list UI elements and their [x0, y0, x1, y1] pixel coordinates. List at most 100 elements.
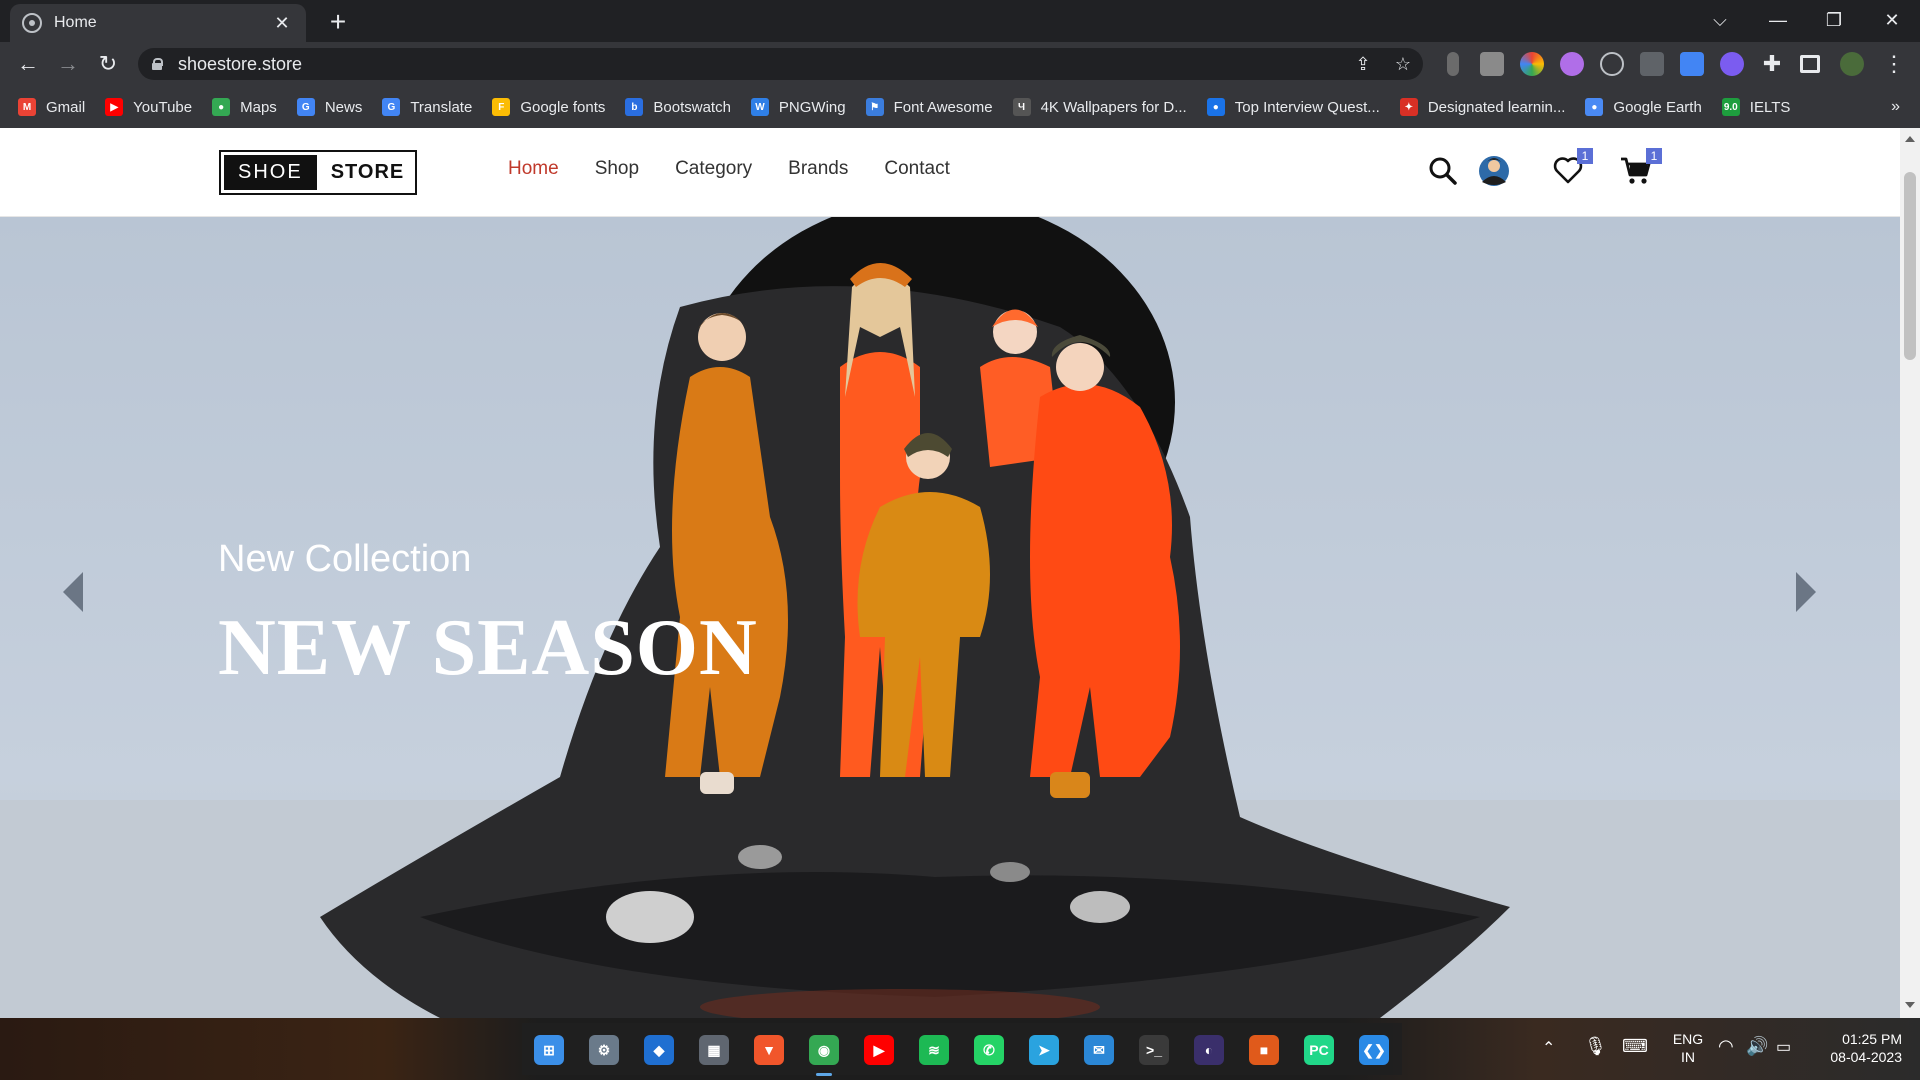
brave-icon[interactable]: ▼ — [754, 1035, 784, 1065]
bookmark-label: YouTube — [133, 98, 193, 116]
language-indicator[interactable]: ENG IN — [1668, 1030, 1708, 1066]
volume-icon[interactable]: 🔊 — [1746, 1036, 1768, 1057]
bookmark-item[interactable]: 9.0 IELTS — [1721, 98, 1791, 116]
clock-date: 08-04-2023 — [1830, 1049, 1902, 1065]
bookmark-item[interactable]: F Google fonts — [492, 98, 605, 116]
extension-4-icon[interactable] — [1560, 52, 1584, 76]
calculator-icon[interactable]: ▦ — [699, 1035, 729, 1065]
office-icon[interactable]: ■ — [1249, 1035, 1279, 1065]
clock-time: 01:25 PM — [1842, 1031, 1902, 1047]
extension-1-icon[interactable] — [1447, 52, 1459, 76]
slider-prev-arrow[interactable] — [63, 572, 83, 612]
chrome-icon[interactable]: ◉ — [809, 1035, 839, 1065]
forward-button[interactable]: → — [54, 50, 82, 78]
restore-button[interactable]: ❐ — [1812, 4, 1856, 36]
bookmark-label: News — [324, 98, 363, 116]
bookmark-item[interactable]: Ч 4K Wallpapers for D... — [1012, 98, 1187, 116]
reload-button[interactable]: ↻ — [94, 50, 122, 78]
slider-next-arrow[interactable] — [1796, 572, 1816, 612]
nav-item-home[interactable]: Home — [508, 158, 559, 180]
language-region: IN — [1681, 1049, 1695, 1065]
bookmark-item[interactable]: G Translate — [382, 98, 472, 116]
color-picker-extension-icon[interactable] — [1520, 52, 1544, 76]
screenshot-extension-icon[interactable] — [1480, 52, 1504, 76]
youtube-icon[interactable]: ▶ — [864, 1035, 894, 1065]
hero-title: NEW SEASON — [218, 604, 758, 692]
tab-search-icon[interactable]: ⌵ — [1698, 4, 1742, 36]
bookmark-star-icon[interactable]: ☆ — [1383, 54, 1423, 75]
battery-icon[interactable]: ▭ — [1776, 1037, 1791, 1057]
minimize-button[interactable]: — — [1756, 4, 1800, 36]
bookmark-label: IELTS — [1749, 98, 1791, 116]
search-icon[interactable] — [1428, 156, 1458, 191]
hero-slider: New Collection NEW SEASON — [0, 217, 1900, 1018]
telegram-icon[interactable]: ➤ — [1029, 1035, 1059, 1065]
extension-6-icon[interactable] — [1640, 52, 1664, 76]
bookmark-item[interactable]: ● Google Earth — [1585, 98, 1702, 116]
bookmark-item[interactable]: W PNGWing — [750, 98, 846, 116]
bookmark-item[interactable]: ▶ YouTube — [105, 98, 192, 116]
bookmark-item[interactable]: G News — [296, 98, 363, 116]
bookmark-item[interactable]: ✦ Designated learnin... — [1399, 98, 1565, 116]
user-avatar[interactable] — [1477, 152, 1511, 193]
tab-close-icon[interactable]: ✕ — [270, 13, 294, 34]
url-text[interactable]: shoestore.store — [178, 54, 1343, 75]
bookmark-label: Bootswatch — [653, 98, 731, 116]
address-bar[interactable]: shoestore.store ⇪ ☆ — [138, 48, 1423, 80]
scroll-down-arrow[interactable] — [1905, 1002, 1915, 1008]
browser-tab-bar: Home ✕ + ⌵ — ❐ ✕ — [0, 0, 1920, 42]
new-tab-button[interactable]: + — [322, 6, 354, 38]
extensions-puzzle-icon[interactable]: ✚ — [1758, 50, 1786, 78]
nav-item-category[interactable]: Category — [675, 158, 752, 180]
chrome-menu-icon[interactable]: ⋮ — [1880, 50, 1908, 78]
bookmarks-overflow-button[interactable]: » — [1891, 98, 1900, 116]
ielts-icon: 9.0 — [1721, 98, 1740, 116]
close-window-button[interactable]: ✕ — [1870, 4, 1914, 36]
whatsapp-icon[interactable]: ✆ — [974, 1035, 1004, 1065]
maps-icon: ● — [212, 98, 231, 116]
wifi-icon[interactable]: ◠ — [1718, 1036, 1734, 1057]
settings-icon[interactable]: ⚙ — [589, 1035, 619, 1065]
microphone-icon[interactable]: 🎙 — [1584, 1036, 1607, 1057]
back-button[interactable]: ← — [14, 50, 42, 78]
scroll-thumb[interactable] — [1904, 172, 1916, 360]
bookmark-item[interactable]: ● Top Interview Quest... — [1206, 98, 1380, 116]
news-icon: G — [296, 98, 315, 116]
vscode-icon[interactable]: ❮❯ — [1359, 1035, 1389, 1065]
nav-item-contact[interactable]: Contact — [884, 158, 949, 180]
eclipse-icon[interactable]: ◐ — [1194, 1035, 1224, 1065]
web-page: SHOE STORE Home Shop Category Brands Contact… — [0, 128, 1900, 1018]
tab-favicon-icon — [22, 13, 42, 33]
bookmark-item[interactable]: ⚑ Font Awesome — [865, 98, 993, 116]
google-translate-extension-icon[interactable] — [1680, 52, 1704, 76]
security-icon[interactable]: ◆ — [644, 1035, 674, 1065]
share-icon[interactable]: ⇪ — [1343, 54, 1383, 75]
bookmark-label: Gmail — [46, 98, 86, 116]
scroll-up-arrow[interactable] — [1905, 136, 1915, 142]
lock-icon[interactable] — [152, 58, 163, 70]
terminal-icon[interactable]: >_ — [1139, 1035, 1169, 1065]
wishlist-button[interactable]: 1 — [1553, 148, 1593, 189]
bootswatch-icon: b — [625, 98, 644, 116]
bookmark-item[interactable]: ● Maps — [212, 98, 277, 116]
nav-item-brands[interactable]: Brands — [788, 158, 848, 180]
bookmark-item[interactable]: M Gmail — [18, 98, 85, 116]
bookmark-label: Google fonts — [520, 98, 606, 116]
keyboard-icon[interactable]: ⌨ — [1622, 1036, 1648, 1057]
cart-button[interactable]: 1 — [1620, 148, 1662, 191]
site-logo[interactable]: SHOE STORE — [219, 150, 418, 195]
browser-tab[interactable]: Home ✕ — [10, 4, 306, 42]
show-hidden-icons-chevron-icon[interactable]: ⌃ — [1542, 1038, 1555, 1058]
nav-item-shop[interactable]: Shop — [595, 158, 639, 180]
start-icon[interactable]: ⊞ — [534, 1035, 564, 1065]
extension-8-icon[interactable] — [1720, 52, 1744, 76]
mail-icon[interactable]: ✉ — [1084, 1035, 1114, 1065]
spotify-icon[interactable]: ≋ — [919, 1035, 949, 1065]
side-panel-icon[interactable] — [1800, 55, 1820, 73]
pycharm-icon[interactable]: PC — [1304, 1035, 1334, 1065]
bookmark-item[interactable]: b Bootswatch — [625, 98, 731, 116]
clock[interactable]: 01:25 PM 08-04-2023 — [1812, 1030, 1902, 1066]
compass-extension-icon[interactable] — [1600, 52, 1624, 76]
profile-avatar[interactable] — [1840, 52, 1864, 76]
page-scrollbar[interactable] — [1900, 128, 1920, 1018]
